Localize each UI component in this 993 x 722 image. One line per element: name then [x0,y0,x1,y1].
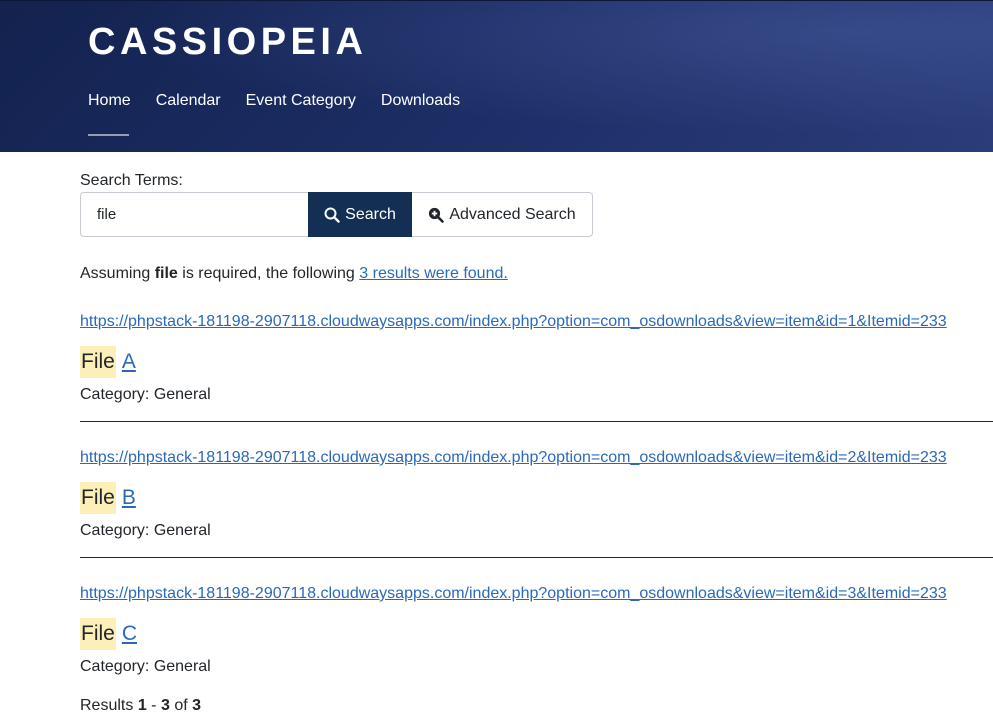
search-button[interactable]: Search [308,192,412,237]
summary-term: file [154,265,178,282]
results-end: 3 [160,697,170,714]
result-url-link[interactable]: https://phpstack-181198-2907118.cloudway… [80,449,993,467]
results-of: of [174,697,188,714]
search-icon [324,207,340,223]
results-counter: Results 1 - 3 of 3 [80,697,201,715]
nav-event-category[interactable]: Event Category [246,91,356,111]
search-button-label: Search [345,205,396,223]
result-divider [80,421,993,422]
site-brand[interactable]: CASSIOPEIA [88,21,367,63]
result-title-link[interactable]: C [122,618,137,650]
result-url-link[interactable]: https://phpstack-181198-2907118.cloudway… [80,313,993,331]
nav-home[interactable]: Home [88,91,131,111]
search-summary: Assuming file is required, the following… [80,265,508,283]
result-url-link[interactable]: https://phpstack-181198-2907118.cloudway… [80,585,993,603]
result-category: Category: General [80,522,211,539]
results-sep: - [151,697,157,714]
result-title: File B [80,482,993,514]
summary-prefix: Assuming [80,265,151,282]
advanced-search-label: Advanced Search [449,205,576,223]
nav-downloads[interactable]: Downloads [381,91,460,111]
search-bar: Search Advanced Search [80,192,593,237]
result-category: Category: General [80,658,211,675]
search-input[interactable] [80,192,308,237]
results-start: 1 [137,697,147,714]
result-title-link[interactable]: A [122,346,136,378]
result-title-highlight: File [80,482,116,514]
result-title: File C [80,618,993,650]
result-title-highlight: File [80,346,116,378]
result-item: https://phpstack-181198-2907118.cloudway… [80,313,993,404]
main-nav: Home Calendar Event Category Downloads [88,91,485,111]
search-terms-label: Search Terms: [80,172,183,189]
results-counter-label: Results [80,697,134,714]
result-title: File A [80,346,993,378]
result-title-link[interactable]: B [122,482,136,514]
nav-calendar[interactable]: Calendar [156,91,221,111]
advanced-search-button[interactable]: Advanced Search [412,192,593,237]
nav-active-indicator [88,134,129,136]
results-count-link[interactable]: 3 results were found. [359,265,508,282]
search-plus-icon [429,207,445,223]
results-total: 3 [192,697,202,714]
summary-middle: is required, the following [182,265,355,282]
result-divider [80,557,993,558]
result-item: https://phpstack-181198-2907118.cloudway… [80,585,993,676]
result-category: Category: General [80,386,211,403]
site-header: CASSIOPEIA Home Calendar Event Category … [0,0,993,152]
result-title-highlight: File [80,618,116,650]
result-item: https://phpstack-181198-2907118.cloudway… [80,449,993,540]
